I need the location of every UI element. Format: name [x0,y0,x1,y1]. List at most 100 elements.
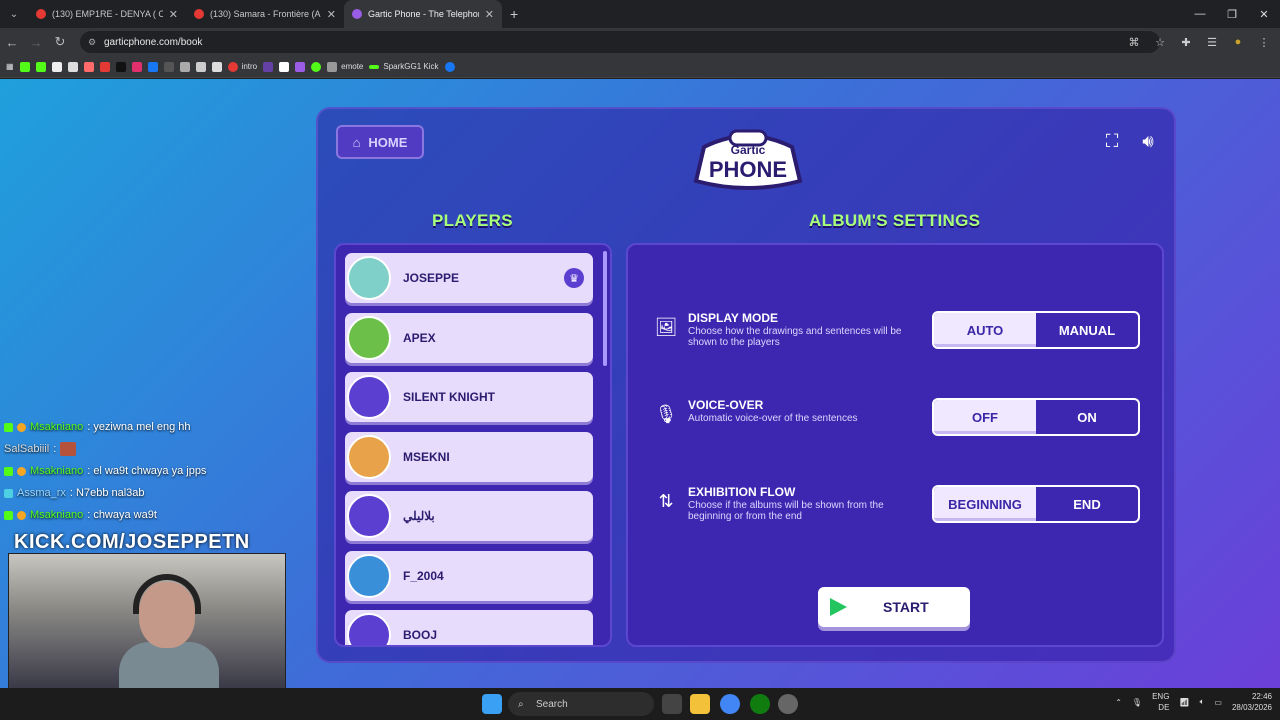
browser-tab-1[interactable]: (130) EMP1RE - DENYA ( Officia ✕ [28,0,186,28]
maximize-icon[interactable]: ❐ [1216,8,1248,21]
bookmark-icon[interactable] [311,58,322,76]
bookmark-emote[interactable]: emote [327,58,363,76]
xbox-icon[interactable] [750,694,770,714]
windows-start-icon[interactable] [482,694,502,714]
search-icon: ⌕ [518,698,524,710]
apps-grid-icon[interactable]: ▦ [6,58,14,76]
bookmark-icon[interactable] [279,58,290,76]
forward-icon[interactable]: → [24,35,48,50]
system-tray: ⌃ 🎙︎ ENG DE 📶︎ 🔈︎ ▭ 22:46 28/03/2026 [1115,691,1272,713]
bookmark-icon[interactable] [163,58,174,76]
translate-icon[interactable]: ⌘ [1124,36,1144,49]
bookmark-icon[interactable] [35,58,46,76]
speaker-icon[interactable]: 🔈︎ [1200,697,1205,707]
badge-icon [17,422,26,432]
chrome-icon[interactable] [720,694,740,714]
badge-icon [4,488,13,498]
bookmark-youtube-icon[interactable] [99,58,110,76]
manual-option[interactable]: MANUAL [1036,313,1138,347]
player-card: BOOJ [345,610,593,645]
close-window-icon[interactable]: ✕ [1248,8,1280,21]
player-card: MSEKNI [345,432,593,482]
bookmark-icon[interactable] [51,58,62,76]
close-tab-icon[interactable]: ✕ [327,8,336,21]
player-card: بلاليلي [345,491,593,541]
profile-avatar-icon[interactable]: ● [1228,36,1248,48]
browser-tab-2[interactable]: (130) Samara - Frontière (Audi ✕ [186,0,344,28]
bookmarks-bar: ▦ intro emote SparkGG1 Kick [0,56,1280,78]
bookmark-icon[interactable] [179,58,190,76]
player-name: SILENT KNIGHT [403,390,495,404]
bookmark-icon[interactable] [67,58,78,76]
microphone-icon[interactable]: 🎙︎ [1132,698,1142,707]
bookmark-sparkgg1-kick[interactable]: SparkGG1 Kick [369,58,439,76]
close-tab-icon[interactable]: ✕ [169,8,178,21]
bookmark-facebook-icon[interactable] [147,58,158,76]
chat-username: Msakniano [30,509,84,521]
taskbar-search[interactable]: ⌕ Search [508,692,654,716]
chat-message: Msakniano: el wa9t chwaya ya jpps [0,460,300,482]
display-mode-toggle: AUTO MANUAL [932,311,1140,349]
minimize-icon[interactable]: — [1184,8,1216,20]
setting-description: Choose if the albums will be shown from … [688,500,884,522]
setting-title: VOICE-OVER [688,398,764,412]
task-view-icon[interactable] [662,694,682,714]
beginning-option[interactable]: BEGINNING [934,487,1036,521]
player-avatar [347,316,391,360]
language-indicator[interactable]: ENG DE [1152,691,1169,713]
on-option[interactable]: ON [1036,400,1138,434]
setting-description: Choose how the drawings and sentences wi… [688,326,902,348]
reading-list-icon[interactable]: ☰ [1202,36,1222,49]
bookmark-icon[interactable] [211,58,222,76]
reload-icon[interactable]: ↻ [48,34,72,50]
bookmark-tiktok-icon[interactable] [115,58,126,76]
chat-text: : yeziwna mel eng hh [87,421,191,433]
bookmark-icon[interactable] [295,58,306,76]
back-icon[interactable]: ← [0,35,24,50]
bookmark-meta-icon[interactable] [444,58,455,76]
badge-icon [4,510,13,520]
volume-icon[interactable]: 🔊︎ [1136,131,1160,152]
start-button[interactable]: START [818,587,970,627]
lang-primary: ENG [1152,692,1170,701]
home-button[interactable]: ⌂ HOME [336,125,424,159]
new-tab-button[interactable]: + [502,6,526,22]
players-scrollbar[interactable] [603,251,607,366]
logo-bottom-text: PHONE [709,157,787,182]
chat-text: : el wa9t chwaya ya jpps [87,465,207,477]
tab-search-icon[interactable]: ⌄ [0,9,28,20]
menu-kebab-icon[interactable]: ⋮ [1254,36,1274,49]
wifi-icon[interactable]: 📶︎ [1179,698,1189,707]
setting-description: Automatic voice-over of the sentences [688,413,858,424]
url-field[interactable]: ⚙ garticphone.com/book [80,31,1160,53]
site-info-icon[interactable]: ⚙ [88,37,96,48]
bookmark-kick-icon[interactable] [19,58,30,76]
bookmark-star-icon[interactable]: ☆ [1150,36,1170,49]
battery-icon[interactable]: ▭ [1214,698,1222,707]
webcam-overlay [8,553,286,688]
play-icon [830,598,847,616]
bookmark-instagram-icon[interactable] [131,58,142,76]
end-option[interactable]: END [1036,487,1138,521]
bookmark-icon[interactable] [263,58,274,76]
bookmark-icon[interactable] [83,58,94,76]
auto-option[interactable]: AUTO [934,313,1036,347]
chevron-up-icon[interactable]: ⌃ [1115,698,1122,707]
bookmark-intro[interactable]: intro [227,58,257,76]
off-option[interactable]: OFF [934,400,1036,434]
tab-title: (130) EMP1RE - DENYA ( Officia [52,9,163,19]
chat-username: Assma_rx [17,487,66,499]
app-icon[interactable] [778,694,798,714]
fullscreen-icon[interactable]: ⛶ [1100,131,1124,152]
exhibition-flow-toggle: BEGINNING END [932,485,1140,523]
clock[interactable]: 22:46 28/03/2026 [1232,691,1272,713]
players-list[interactable]: JOSEPPE ♛ APEX SILENT KNIGHT MSEKNI بلالي… [334,243,612,647]
browser-tab-3-active[interactable]: Gartic Phone - The Telephone G ✕ [344,0,502,28]
badge-icon [4,466,13,476]
close-tab-icon[interactable]: ✕ [485,8,494,21]
badge-icon [4,422,13,432]
extensions-icon[interactable]: ✚ [1176,36,1196,49]
search-label: Search [536,698,568,710]
bookmark-icon[interactable] [195,58,206,76]
file-explorer-icon[interactable] [690,694,710,714]
